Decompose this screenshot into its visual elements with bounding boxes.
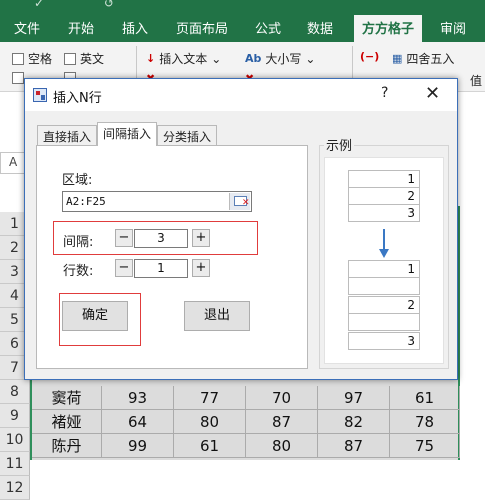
cell[interactable]: 64 — [102, 410, 174, 434]
rows-input[interactable]: 1 — [134, 259, 188, 278]
cell-name[interactable]: 窦荷 — [32, 386, 102, 410]
insert-text-label: 插入文本 — [159, 52, 208, 66]
help-icon[interactable]: ? — [381, 85, 388, 101]
round-label: 四舍五入 — [406, 52, 455, 66]
example-cell: 1 — [348, 260, 420, 278]
cell[interactable]: 75 — [390, 434, 460, 458]
interval-input[interactable]: 3 — [134, 229, 188, 248]
app-icon — [33, 88, 47, 102]
cell[interactable]: 80 — [246, 434, 318, 458]
rows-label: 行数: — [63, 264, 94, 279]
checkbox-partial[interactable] — [12, 72, 24, 84]
quick-access-glyph[interactable]: ↺ — [104, 0, 114, 10]
space-checkbox[interactable]: 空格 — [12, 50, 52, 67]
region-input[interactable]: A2:F25 — [62, 191, 252, 212]
ribbon-tab-formulas[interactable]: 公式 — [255, 18, 281, 37]
down-arrow-icon — [379, 229, 389, 258]
dialog-title: 插入N行 — [53, 91, 102, 106]
case-icon: Ab — [245, 52, 262, 65]
checkbox-icon — [12, 52, 24, 65]
cell-name[interactable]: 陈丹 — [32, 434, 102, 458]
case-label: 大小写 — [265, 52, 302, 66]
example-cell-inserted — [348, 313, 420, 331]
exit-button[interactable]: 退出 — [184, 301, 250, 331]
value-button[interactable]: 值 — [470, 72, 482, 89]
rows-plus-button[interactable]: + — [192, 259, 210, 277]
example-cell: 1 — [348, 170, 420, 188]
cell[interactable]: 87 — [246, 410, 318, 434]
quick-access-glyph[interactable]: ✓ — [34, 0, 44, 10]
example-cell: 2 — [348, 296, 420, 314]
ribbon-tab-page-layout[interactable]: 页面布局 — [176, 18, 228, 37]
row-header[interactable]: 12 — [0, 476, 30, 500]
cell[interactable]: 99 — [102, 434, 174, 458]
english-label: 英文 — [80, 52, 105, 66]
interval-label: 间隔: — [63, 235, 94, 250]
empty-column — [462, 206, 485, 460]
example-title: 示例 — [324, 135, 355, 154]
example-cell-inserted — [348, 277, 420, 295]
ribbon-tab-insert[interactable]: 插入 — [122, 18, 148, 37]
cell[interactable]: 97 — [318, 386, 390, 410]
row-header[interactable]: 9 — [0, 404, 30, 428]
round-button[interactable]: ▦ 四舍五入 — [392, 50, 454, 67]
chevron-down-icon: ⌄ — [305, 51, 316, 66]
tab-direct-insert[interactable]: 直接插入 — [37, 125, 98, 145]
row-header[interactable]: 10 — [0, 428, 30, 452]
dialog-title-bar[interactable]: 插入N行 ? ✕ — [25, 79, 457, 111]
cell[interactable]: 70 — [246, 386, 318, 410]
ribbon-tab-home[interactable]: 开始 — [68, 18, 94, 37]
ribbon-tab-file[interactable]: 文件 — [14, 18, 40, 37]
cell[interactable]: 61 — [174, 434, 246, 458]
example-cell: 3 — [348, 204, 420, 222]
english-checkbox[interactable]: 英文 — [64, 50, 104, 67]
region-label: 区域: — [62, 173, 93, 188]
cell[interactable]: 93 — [102, 386, 174, 410]
value-label: 值 — [470, 74, 483, 88]
insert-n-rows-dialog: 插入N行 ? ✕ 直接插入 间隔插入 分类插入 区域: A2:F25 ✕ 间隔:… — [24, 78, 458, 380]
excel-title-strip: ✓ ↺ — [0, 0, 485, 12]
cell[interactable]: 61 — [390, 386, 460, 410]
ribbon-tab-review[interactable]: 审阅 — [440, 18, 466, 37]
checkbox-icon — [12, 72, 24, 84]
bracket-icon: (−) — [360, 50, 380, 63]
interval-minus-button[interactable]: − — [115, 229, 133, 247]
chevron-down-icon: ⌄ — [211, 51, 222, 66]
ribbon-tab-fangfang[interactable]: 方方格子 — [354, 15, 423, 42]
round-icon: ▦ — [392, 52, 403, 65]
case-button[interactable]: Ab 大小写 ⌄ — [245, 50, 315, 67]
insert-text-icon: ↓ — [146, 52, 156, 65]
cell[interactable]: 87 — [318, 434, 390, 458]
example-cell: 2 — [348, 187, 420, 205]
space-label: 空格 — [28, 52, 53, 66]
cell[interactable]: 77 — [174, 386, 246, 410]
row-header[interactable]: 8 — [0, 380, 30, 404]
checkbox-icon — [64, 52, 76, 65]
cell[interactable]: 80 — [174, 410, 246, 434]
range-select-icon: ✕ — [242, 198, 250, 208]
cell[interactable]: 78 — [390, 410, 460, 434]
cell-name[interactable]: 褚娅 — [32, 410, 102, 434]
ok-button[interactable]: 确定 — [62, 301, 128, 331]
insert-text-button[interactable]: ↓ 插入文本 ⌄ — [146, 50, 221, 67]
row-header[interactable]: 11 — [0, 452, 30, 476]
calc-button[interactable]: (−) — [360, 50, 379, 63]
range-picker-button[interactable]: ✕ — [229, 193, 250, 210]
rows-minus-button[interactable]: − — [115, 259, 133, 277]
ribbon-tab-bar: 文件 开始 插入 页面布局 公式 数据 方方格子 审阅 — [0, 12, 485, 42]
tab-category-insert[interactable]: 分类插入 — [157, 125, 218, 145]
example-cell: 3 — [348, 332, 420, 350]
close-icon[interactable]: ✕ — [425, 83, 440, 104]
tab-interval-insert[interactable]: 间隔插入 — [97, 122, 158, 146]
cell[interactable]: 82 — [318, 410, 390, 434]
interval-plus-button[interactable]: + — [192, 229, 210, 247]
ribbon-tab-data[interactable]: 数据 — [307, 18, 333, 37]
